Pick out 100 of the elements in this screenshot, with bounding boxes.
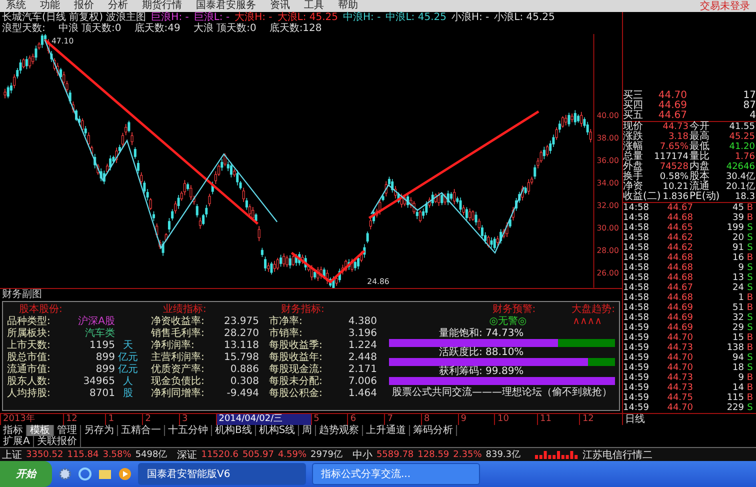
folder-icon[interactable] — [98, 467, 112, 481]
taskbar-button[interactable]: 国泰君安智能版V6 — [138, 463, 306, 485]
tick-time: 14:58 — [623, 213, 650, 223]
metric-value: 34965 — [82, 376, 115, 388]
quote-value: 1.76 — [734, 152, 756, 162]
quote-value: 45.25 — [728, 132, 756, 142]
quote-label: 涨跌 — [623, 132, 643, 142]
metric-unit: 亿元 — [117, 364, 139, 376]
index-change: 115.84 — [67, 450, 99, 460]
metric-label: 净利同增率: — [151, 388, 206, 400]
quote-label: 最高 — [690, 132, 710, 142]
tick-volume: 94 — [732, 353, 744, 363]
metric-value: 2.171 — [347, 364, 377, 376]
metric-unit: 天 — [122, 340, 134, 352]
tick-price: 44.70 — [666, 333, 693, 343]
quote-label: 内盘 — [690, 162, 710, 172]
tick-volume: 13 — [732, 273, 744, 283]
tick-side: S — [746, 223, 754, 233]
metric-value: 2.448 — [347, 352, 377, 364]
tick-side: S — [746, 323, 754, 333]
media-icon[interactable] — [118, 467, 132, 481]
metric-label: 所属板块: — [7, 328, 52, 340]
index-change: 505.97 — [242, 450, 274, 460]
quote-value: 41.55 — [728, 122, 756, 132]
quote-value: 20.1亿 — [724, 182, 756, 192]
tick-volume: 199 — [726, 223, 744, 233]
legend-label: 巨浪H: - — [151, 12, 189, 23]
tick-volume: 18 — [732, 363, 744, 373]
index-value: 5589.78 — [376, 450, 414, 460]
index-percent: 3.58% — [102, 450, 132, 460]
browser-icon[interactable] — [78, 467, 92, 481]
tick-time: 14:58 — [623, 283, 650, 293]
quote-label: 收益(二) — [623, 192, 661, 202]
taskbar-button[interactable]: 指标公式分享交流... — [312, 463, 480, 485]
index-name: 上证 — [2, 448, 22, 462]
tick-price: 44.68 — [666, 253, 693, 263]
tick-time: 14:58 — [623, 223, 650, 233]
section-heading: 股本股份: — [18, 304, 64, 316]
metric-value: 3.196 — [347, 328, 377, 340]
metric-unit: 人 — [122, 376, 134, 388]
start-button[interactable]: 开始 — [0, 461, 52, 487]
metric-label: 净利润率: — [151, 340, 196, 352]
metric-value: 899 — [94, 364, 115, 376]
metric-value: 899 — [94, 352, 115, 364]
metric-value: 13.118 — [223, 340, 259, 352]
quote-label: 换手 — [623, 172, 643, 182]
tick-volume: 24 — [732, 283, 744, 293]
metric-label: 净资收益率: — [151, 316, 206, 328]
index-name: 中小 — [352, 448, 372, 462]
tick-time: 14:58 — [623, 203, 650, 213]
tick-volume: 16 — [732, 253, 744, 263]
tick-time: 14:59 — [623, 403, 650, 413]
menu-item[interactable]: 资讯 — [270, 0, 290, 12]
tick-time: 14:59 — [623, 373, 650, 383]
menu-item[interactable]: 期货行情 — [142, 0, 182, 12]
price-axis-label: 32.00 — [596, 201, 619, 210]
panel-footer-text: 股票公式共同交流———理想论坛（偷不到就抢） — [391, 386, 613, 399]
tick-side: S — [746, 263, 754, 273]
tick-volume: 91 — [732, 243, 744, 253]
tick-time: 14:58 — [623, 303, 650, 313]
metric-value: 8701 — [88, 388, 115, 400]
tick-time: 14:58 — [623, 243, 650, 253]
legend-label: 小浪H: - — [451, 12, 490, 23]
tick-side: S — [746, 403, 754, 413]
quote-value: 30.4亿 — [724, 172, 756, 182]
menu-item[interactable]: 功能 — [40, 0, 60, 12]
order-price: 44.67 — [657, 111, 687, 121]
quote-label: 股本 — [690, 172, 710, 182]
price-axis-label: 38.00 — [596, 134, 619, 143]
order-price: 44.69 — [657, 101, 687, 111]
quote-value: 74528 — [658, 162, 690, 172]
tick-price: 44.70 — [666, 353, 693, 363]
legend-label: 小浪L: 45.25 — [494, 12, 555, 23]
tick-time: 14:59 — [623, 353, 650, 363]
warning-status: ◎无警◎ — [489, 316, 527, 328]
quote-label: 外盘 — [623, 162, 643, 172]
menu-item[interactable]: 分析 — [108, 0, 128, 12]
tick-volume: 1 — [737, 293, 744, 303]
metric-value: -9.494 — [226, 388, 259, 400]
index-value: 11520.6 — [201, 450, 238, 460]
wave-days-label: 中浪 顶天数:0 — [58, 23, 122, 34]
metric-value: 1.224 — [347, 340, 377, 352]
legend-label: 大浪L: 45.25 — [277, 12, 338, 23]
order-level-label: 买四 — [623, 101, 644, 111]
tick-time: 14:59 — [623, 383, 650, 393]
tick-volume: 51 — [732, 303, 744, 313]
tick-time: 14:59 — [623, 343, 650, 353]
gear-icon[interactable] — [58, 467, 72, 481]
menu-item[interactable]: 报价 — [74, 0, 94, 12]
menu-item[interactable]: 工具 — [304, 0, 324, 12]
indicator-tab[interactable]: 模板 — [27, 425, 54, 436]
legend-label: 巨浪L: - — [194, 12, 230, 23]
login-status: 交易未登录 — [700, 0, 750, 13]
tick-volume: 29 — [732, 323, 744, 333]
tick-volume: 9 — [737, 373, 744, 383]
meter-label: 活跃度比: 88.10% — [438, 346, 525, 358]
quote-value: 42646 — [725, 162, 756, 172]
menu-item[interactable]: 帮助 — [338, 0, 358, 12]
tick-price: 44.67 — [666, 203, 693, 213]
tick-volume: 39 — [732, 213, 744, 223]
